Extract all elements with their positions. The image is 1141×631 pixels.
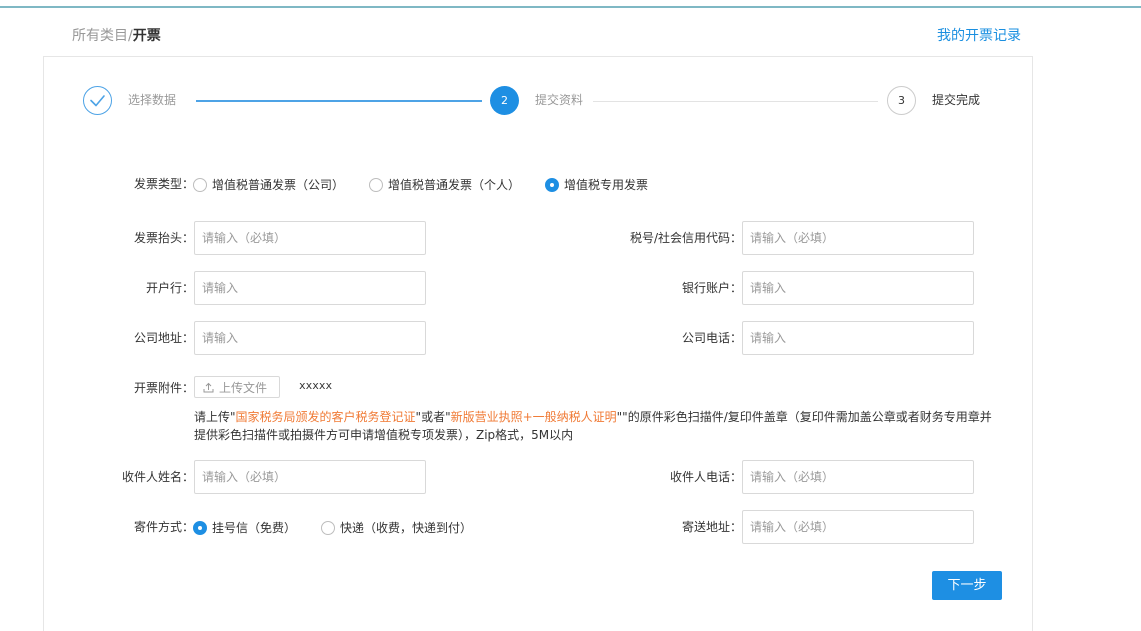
step-2-connector (593, 101, 878, 102)
attachment-label: 开票附件： (133, 381, 194, 395)
my-invoice-records-link[interactable]: 我的开票记录 (937, 26, 1021, 46)
step-3-number: 3 (887, 86, 916, 115)
shipping-method-label: 寄件方式： (133, 520, 194, 534)
radio-express[interactable]: 快递（收费，快递到付） (321, 519, 472, 536)
tax-registration-link[interactable]: 国家税务局颁发的客户税务登记证 (236, 410, 416, 424)
breadcrumb: 所有类目/开票 (72, 26, 161, 46)
radio-icon (369, 177, 383, 192)
radio-vat-general-personal[interactable]: 增值税普通发票（个人） (369, 176, 520, 193)
recipient-phone-label: 收件人电话： (669, 470, 742, 484)
top-divider (0, 6, 1141, 8)
recipient-phone-input[interactable] (742, 460, 974, 494)
invoice-type-label: 发票类型： (133, 177, 194, 191)
radio-label: 挂号信（免费） (212, 521, 297, 535)
business-license-link[interactable]: 新版营业执照+一般纳税人证明 (451, 410, 617, 424)
breadcrumb-root[interactable]: 所有类目 (72, 28, 128, 44)
tax-id-input[interactable] (742, 221, 974, 255)
invoice-title-input[interactable] (194, 221, 426, 255)
note-prefix: 请上传" (194, 410, 236, 424)
shipping-address-input[interactable] (742, 510, 974, 544)
radio-label: 增值税普通发票（个人） (388, 178, 521, 192)
radio-icon (193, 177, 207, 192)
step-3-label: 提交完成 (932, 93, 981, 107)
bank-account-input[interactable] (742, 271, 974, 305)
shipping-address-label: 寄送地址： (681, 520, 742, 534)
company-phone-input[interactable] (742, 321, 974, 355)
radio-label: 增值税专用发票 (564, 178, 649, 192)
radio-label: 快递（收费，快递到付） (340, 521, 473, 535)
invoice-title-label: 发票抬头： (133, 231, 194, 245)
step-1-connector (196, 100, 482, 102)
step-1-label: 选择数据 (128, 93, 177, 107)
attachment-note: 请上传"国家税务局颁发的客户税务登记证"或者"新版营业执照+一般纳税人证明""的… (194, 408, 999, 444)
bank-label: 开户行： (145, 281, 194, 295)
next-step-button[interactable]: 下一步 (932, 571, 1002, 600)
step-2-label: 提交资料 (535, 93, 584, 107)
radio-vat-special[interactable]: 增值税专用发票 (545, 176, 648, 193)
tax-id-label: 税号/社会信用代码： (629, 231, 742, 245)
upload-file-button[interactable]: 上传文件 (194, 376, 280, 398)
note-middle: "或者" (415, 410, 451, 424)
company-phone-label: 公司电话： (681, 331, 742, 345)
attachment-file-name: xxxxx (299, 379, 333, 392)
radio-registered-mail[interactable]: 挂号信（免费） (193, 519, 296, 536)
upload-file-label: 上传文件 (219, 380, 268, 395)
radio-selected-icon (545, 177, 559, 192)
radio-label: 增值税普通发票（公司） (212, 178, 345, 192)
company-address-label: 公司地址： (133, 331, 194, 345)
step-2-number: 2 (490, 86, 519, 115)
radio-icon (321, 520, 335, 535)
radio-vat-general-company[interactable]: 增值税普通发票（公司） (193, 176, 344, 193)
bank-account-label: 银行账户： (681, 281, 742, 295)
recipient-name-input[interactable] (194, 460, 426, 494)
upload-icon (203, 382, 214, 392)
radio-selected-icon (193, 520, 207, 535)
recipient-name-label: 收件人姓名： (121, 470, 194, 484)
step-1-check-icon (83, 86, 112, 115)
bank-input[interactable] (194, 271, 426, 305)
breadcrumb-current: 开票 (132, 28, 161, 44)
company-address-input[interactable] (194, 321, 426, 355)
